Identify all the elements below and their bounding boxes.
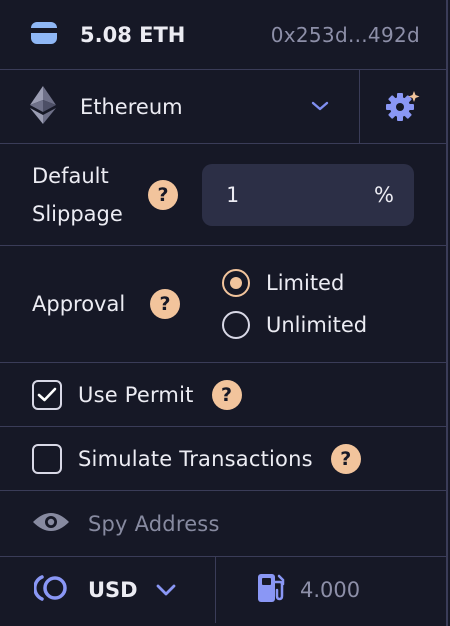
gas-value: 4.000 — [300, 578, 361, 602]
wallet-address[interactable]: 0x253d...492d — [271, 23, 420, 47]
spy-address-label: Spy Address — [88, 511, 220, 536]
simulate-transactions-checkbox[interactable] — [32, 443, 62, 474]
currency-cycle-icon — [33, 574, 70, 606]
spy-address-row[interactable]: Spy Address — [0, 491, 446, 557]
radio-selected-icon[interactable] — [222, 269, 250, 297]
wallet-icon — [30, 21, 58, 49]
gas-pump-icon — [256, 572, 286, 609]
checkmark-icon — [37, 387, 57, 401]
slippage-label-line2: Slippage — [32, 201, 123, 226]
approval-label: Approval — [32, 292, 126, 316]
use-permit-row: Use Permit ? — [0, 363, 446, 427]
network-selector[interactable]: Ethereum — [0, 70, 360, 143]
slippage-field[interactable]: % — [202, 163, 414, 226]
wallet-row[interactable]: 5.08 ETH 0x253d...492d — [0, 0, 446, 70]
gas-price: 4.000 — [216, 572, 360, 609]
slippage-help-icon[interactable]: ? — [148, 179, 178, 210]
slippage-row: Default Slippage ? % — [0, 144, 446, 246]
currency-code: USD — [88, 578, 138, 602]
currency-selector[interactable]: USD — [0, 557, 216, 623]
use-permit-help-icon[interactable]: ? — [211, 379, 242, 410]
approval-option-label: Unlimited — [266, 313, 368, 337]
slippage-label: Default Slippage — [32, 157, 148, 233]
simulate-transactions-row: Simulate Transactions ? — [0, 427, 446, 491]
approval-row: Approval ? Limited Unlimited — [0, 246, 446, 363]
network-row: Ethereum — [0, 70, 446, 144]
slippage-label-line1: Default — [32, 163, 109, 188]
wallet-balance-group: 5.08 ETH — [30, 21, 185, 49]
network-settings-button[interactable] — [360, 70, 446, 143]
eye-icon — [32, 510, 70, 538]
approval-radio-group: Limited Unlimited — [222, 269, 367, 339]
chevron-down-icon — [156, 581, 176, 600]
slippage-unit: % — [374, 182, 394, 207]
radio-unselected-icon[interactable] — [222, 311, 250, 339]
wallet-balance: 5.08 ETH — [80, 22, 186, 47]
use-permit-checkbox[interactable] — [32, 379, 62, 410]
ethereum-icon — [30, 85, 56, 128]
approval-option-label: Limited — [266, 271, 345, 295]
settings-panel: 5.08 ETH 0x253d...492d Ethereum Default … — [0, 0, 448, 626]
chevron-down-icon — [311, 97, 329, 116]
simulate-help-icon[interactable]: ? — [330, 443, 361, 474]
approval-option-limited[interactable]: Limited — [222, 269, 367, 297]
approval-help-icon[interactable]: ? — [150, 289, 180, 319]
network-name: Ethereum — [80, 94, 183, 119]
simulate-transactions-label[interactable]: Simulate Transactions — [78, 447, 313, 471]
use-permit-label[interactable]: Use Permit — [78, 383, 194, 407]
slippage-input[interactable] — [224, 181, 348, 208]
approval-option-unlimited[interactable]: Unlimited — [222, 311, 367, 339]
settings-sparkle-icon — [386, 89, 420, 125]
footer-row: USD 4.000 — [0, 557, 446, 623]
